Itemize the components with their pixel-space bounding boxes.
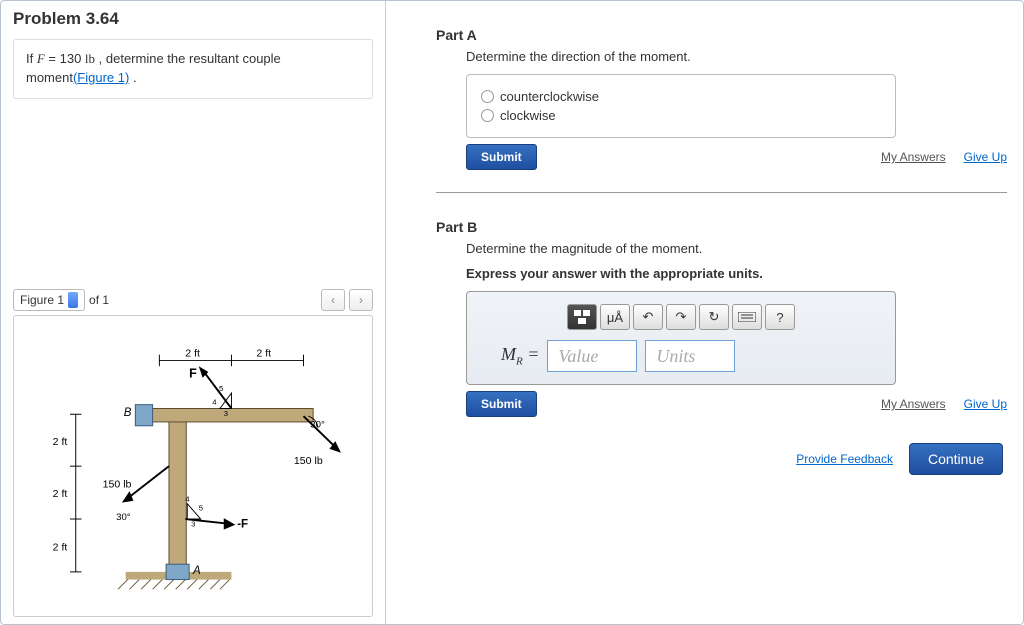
svg-text:5: 5	[199, 503, 203, 512]
reset-button[interactable]: ↻	[699, 304, 729, 330]
radio-cw-label: clockwise	[500, 108, 556, 123]
problem-statement: If F = 130 lb , determine the resultant …	[13, 39, 373, 99]
figure-viewport: 2 ft 2 ft F 5 4 3 B 150 lb 30°	[13, 315, 373, 617]
figure-link[interactable]: (Figure 1)	[73, 70, 129, 85]
svg-text:5: 5	[219, 384, 223, 393]
units-button[interactable]: μÅ	[600, 304, 630, 330]
stmt-pre: If	[26, 51, 37, 66]
dim-2ft-b: 2 ft	[256, 347, 271, 359]
mr-label: MR =	[501, 344, 539, 368]
part-b-hint: Express your answer with the appropriate…	[466, 266, 1007, 281]
dim-2ft-e: 2 ft	[53, 541, 68, 553]
svg-text:3: 3	[224, 409, 228, 418]
radio-icon[interactable]	[481, 109, 494, 122]
radio-ccw-label: counterclockwise	[500, 89, 599, 104]
answer-input-frame: μÅ ↶ ↷ ↻ ? MR = Value Units	[466, 291, 896, 385]
spinner-icon[interactable]	[68, 292, 78, 308]
part-a-my-answers-link[interactable]: My Answers	[881, 150, 946, 164]
figure-prev-button[interactable]: ‹	[321, 289, 345, 311]
dim-2ft-c: 2 ft	[53, 436, 68, 448]
load-150-a: 150 lb	[294, 455, 323, 467]
joint-A: A	[192, 564, 201, 576]
stmt-eq: = 130	[45, 51, 85, 66]
part-a-label: Part A	[436, 27, 1007, 43]
part-a-prompt: Determine the direction of the moment.	[466, 49, 1007, 64]
load-150-b: 150 lb	[103, 478, 132, 490]
svg-text:4: 4	[212, 397, 217, 406]
stmt-period: .	[129, 70, 136, 85]
radio-ccw[interactable]: counterclockwise	[481, 89, 881, 104]
joint-B: B	[124, 407, 132, 419]
dim-2ft-d: 2 ft	[53, 488, 68, 500]
structural-diagram: 2 ft 2 ft F 5 4 3 B 150 lb 30°	[20, 322, 366, 610]
stmt-unit: lb	[85, 51, 95, 66]
divider	[436, 192, 1007, 193]
force-F: F	[189, 366, 197, 380]
part-a-choices: counterclockwise clockwise	[466, 74, 896, 138]
provide-feedback-link[interactable]: Provide Feedback	[796, 452, 893, 466]
part-b-give-up-link[interactable]: Give Up	[964, 397, 1007, 411]
part-b-prompt: Determine the magnitude of the moment.	[466, 241, 1007, 256]
svg-text:4: 4	[185, 494, 190, 503]
svg-text:3: 3	[191, 519, 195, 528]
figure-count: of 1	[89, 293, 109, 307]
part-b-label: Part B	[436, 219, 1007, 235]
keyboard-button[interactable]	[732, 304, 762, 330]
part-a-give-up-link[interactable]: Give Up	[964, 150, 1007, 164]
radio-icon[interactable]	[481, 90, 494, 103]
part-b-submit-button[interactable]: Submit	[466, 391, 537, 417]
figure-selector-label: Figure 1	[20, 293, 64, 307]
angle-30-b: 30°	[116, 512, 131, 523]
force-negF: -F	[237, 518, 248, 530]
units-input[interactable]: Units	[645, 340, 735, 372]
redo-button[interactable]: ↷	[666, 304, 696, 330]
help-button[interactable]: ?	[765, 304, 795, 330]
template-button[interactable]	[567, 304, 597, 330]
figure-next-button[interactable]: ›	[349, 289, 373, 311]
dim-2ft-a: 2 ft	[185, 347, 200, 359]
undo-button[interactable]: ↶	[633, 304, 663, 330]
continue-button[interactable]: Continue	[909, 443, 1003, 475]
figure-selector[interactable]: Figure 1	[13, 289, 85, 311]
problem-title: Problem 3.64	[13, 9, 373, 29]
value-input[interactable]: Value	[547, 340, 637, 372]
part-b-my-answers-link[interactable]: My Answers	[881, 397, 946, 411]
part-a-submit-button[interactable]: Submit	[466, 144, 537, 170]
stmt-var: F	[37, 51, 45, 66]
radio-cw[interactable]: clockwise	[481, 108, 881, 123]
